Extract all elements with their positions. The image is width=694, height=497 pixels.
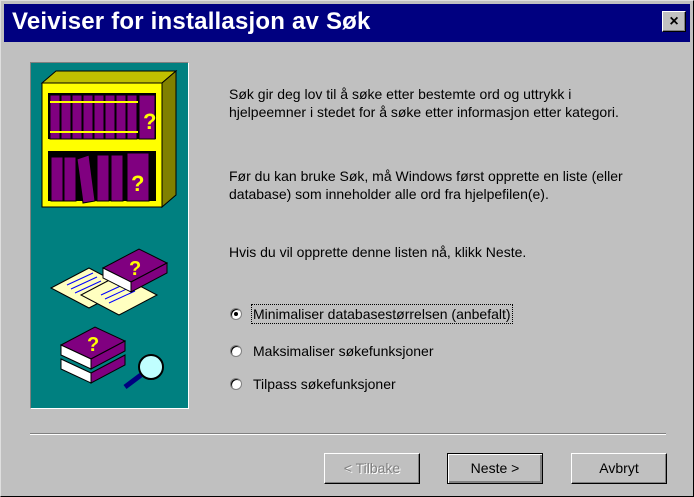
option-maximize-search[interactable]: Maksimaliser søkefunksjoner: [230, 341, 434, 361]
svg-text:?: ?: [87, 334, 99, 356]
cancel-button[interactable]: Avbryt: [571, 453, 667, 484]
option-label[interactable]: Minimaliser databasestørrelsen (anbefalt…: [251, 304, 513, 324]
option-customize-search[interactable]: Tilpass søkefunksjoner: [230, 374, 396, 394]
setup-wizard-window: Veiviser for installasjon av Søk × ? ? ?…: [0, 0, 694, 497]
wizard-illustration: ? ? ? ?: [30, 62, 189, 409]
title-bar[interactable]: Veiviser for installasjon av Søk ×: [4, 4, 690, 42]
next-button[interactable]: Neste >: [447, 453, 543, 484]
intro-paragraph-3: Hvis du vil opprette denne listen nå, kl…: [229, 244, 527, 260]
close-button[interactable]: ×: [662, 11, 686, 32]
radio-button-checked[interactable]: [230, 308, 242, 320]
option-label[interactable]: Maksimaliser søkefunksjoner: [253, 343, 434, 359]
option-label[interactable]: Tilpass søkefunksjoner: [253, 376, 396, 392]
svg-text:?: ?: [129, 258, 141, 280]
radio-button[interactable]: [230, 345, 242, 357]
next-button-label: Neste >: [470, 460, 520, 476]
svg-text:?: ?: [143, 109, 156, 134]
divider: [30, 433, 666, 435]
option-minimize-database[interactable]: Minimaliser databasestørrelsen (anbefalt…: [230, 304, 513, 324]
close-icon: ×: [669, 13, 679, 30]
window-title: Veiviser for installasjon av Søk: [12, 8, 371, 35]
svg-text:?: ?: [131, 171, 144, 196]
intro-paragraph-1: Søk gir deg lov til å søke etter bestemt…: [229, 86, 619, 120]
back-button[interactable]: < Tilbake: [324, 453, 420, 484]
intro-paragraph-2: Før du kan bruke Søk, må Windows først o…: [229, 168, 623, 202]
books-and-search-illustration: ? ? ? ?: [40, 69, 178, 389]
radio-button[interactable]: [230, 378, 242, 390]
